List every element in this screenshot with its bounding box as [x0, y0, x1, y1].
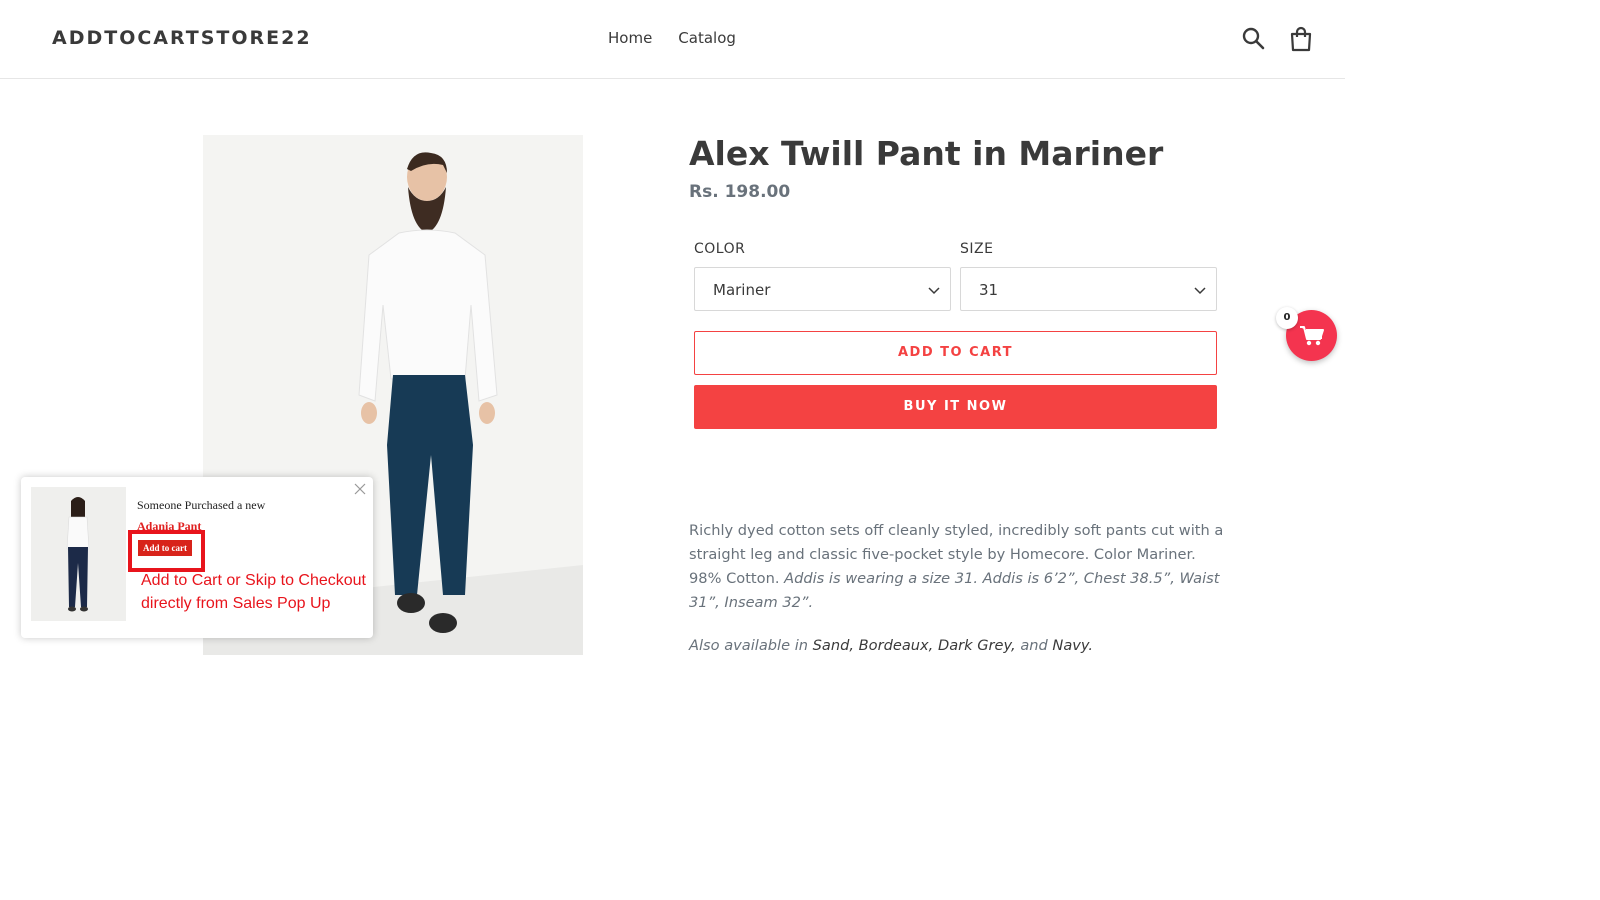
- variant-link-navy[interactable]: Navy.: [1052, 637, 1093, 654]
- chevron-down-icon: [928, 282, 940, 300]
- site-header: ADDTOCARTSTORE22 Home Catalog: [0, 0, 1345, 79]
- product-title: Alex Twill Pant in Mariner: [689, 134, 1164, 173]
- nav-catalog[interactable]: Catalog: [678, 29, 736, 47]
- size-select-value: 31: [979, 281, 999, 299]
- store-logo[interactable]: ADDTOCARTSTORE22: [52, 27, 312, 49]
- cart-icon[interactable]: [1289, 26, 1315, 52]
- annotation-line-2: directly from Sales Pop Up: [141, 595, 331, 612]
- main-nav: Home Catalog: [608, 29, 736, 47]
- variant-link-bordeaux[interactable]: Bordeaux,: [859, 637, 934, 654]
- also-available-prefix: Also available in: [689, 637, 809, 654]
- popup-product-image[interactable]: [31, 487, 126, 621]
- annotation-text: Add to Cart or Skip to Checkout directly…: [141, 569, 366, 615]
- annotation-line-1: Add to Cart or Skip to Checkout: [141, 572, 366, 589]
- variant-link-sand[interactable]: Sand,: [813, 637, 854, 654]
- product-price: Rs. 198.00: [689, 182, 791, 202]
- size-label: SIZE: [960, 241, 994, 257]
- product-description: Richly dyed cotton sets off cleanly styl…: [689, 519, 1224, 615]
- cart-count-badge: 0: [1276, 307, 1298, 329]
- shopping-cart-icon: [1300, 326, 1324, 346]
- add-to-cart-button[interactable]: ADD TO CART: [694, 331, 1217, 375]
- nav-home[interactable]: Home: [608, 29, 652, 47]
- color-label: COLOR: [694, 241, 746, 257]
- chevron-down-icon: [1194, 282, 1206, 300]
- variant-link-dark-grey[interactable]: Dark Grey,: [938, 637, 1016, 654]
- buy-it-now-button[interactable]: BUY IT NOW: [694, 385, 1217, 429]
- color-select[interactable]: Mariner: [694, 267, 951, 311]
- size-select[interactable]: 31: [960, 267, 1217, 311]
- search-icon[interactable]: [1241, 26, 1267, 52]
- annotation-highlight-box: [128, 530, 205, 572]
- popup-message: Someone Purchased a new: [137, 498, 266, 512]
- also-available: Also available in Sand, Bordeaux, Dark G…: [689, 634, 1224, 658]
- also-available-and: and: [1020, 637, 1048, 654]
- color-select-value: Mariner: [713, 281, 771, 299]
- close-icon[interactable]: [353, 481, 367, 495]
